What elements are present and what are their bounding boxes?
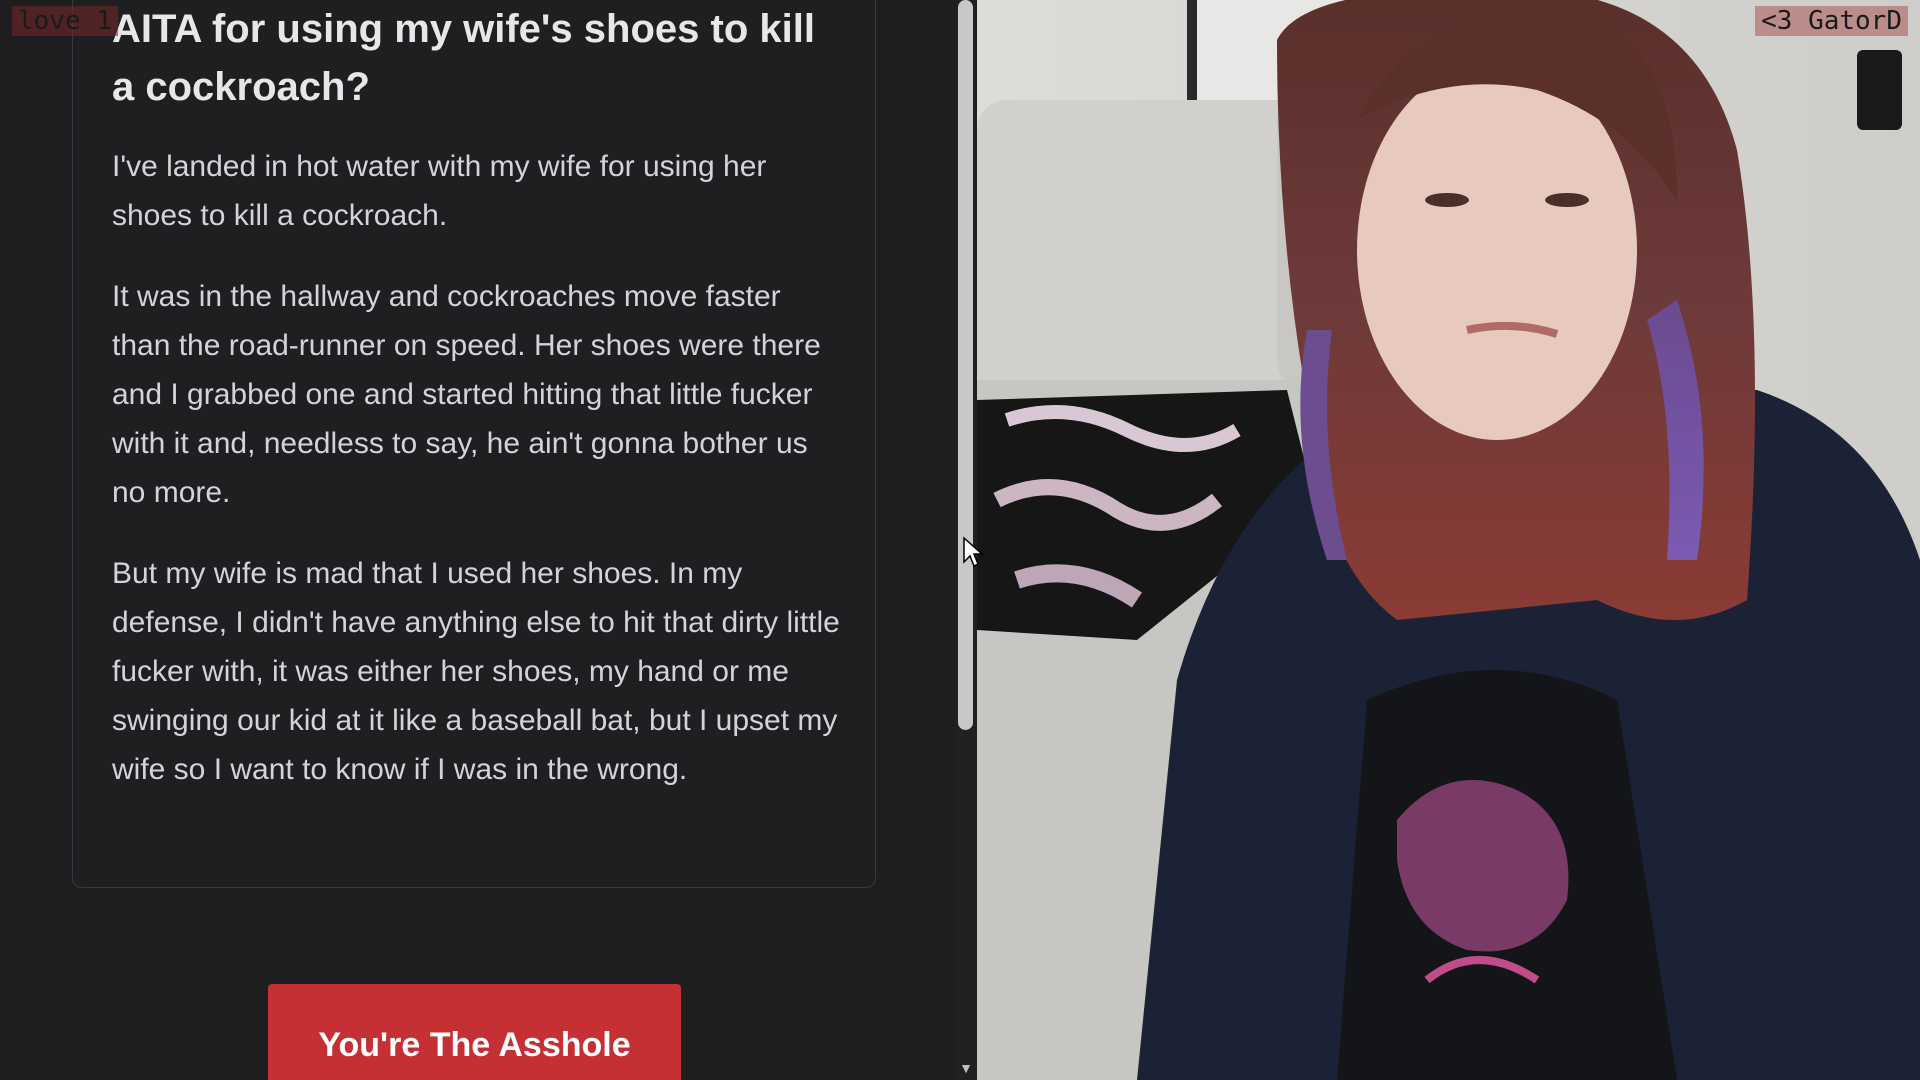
chevron-down-icon[interactable]: ▼ [956,1058,976,1078]
scrollbar-thumb[interactable] [958,0,973,730]
post-paragraph: It was in the hallway and cockroaches mo… [112,280,821,509]
post-body: I've landed in hot water with my wife fo… [112,142,847,826]
webcam-feed [977,0,1920,1080]
post-viewer: AITA for using my wife's shoes to kill a… [0,0,955,1080]
youre-the-asshole-button[interactable]: You're The Asshole [268,984,681,1080]
mouse-pointer-icon [963,536,984,568]
overlay-chat-text: <3 GatorD [1755,6,1908,36]
stream-screen: AITA for using my wife's shoes to kill a… [0,0,1920,1080]
overlay-chat-text: love 1 [12,6,118,36]
webcam-image [977,0,1920,1080]
post-paragraph: But my wife is mad that I used her shoes… [112,557,840,786]
post-title: AITA for using my wife's shoes to kill a… [112,7,815,109]
post-paragraph: I've landed in hot water with my wife fo… [112,150,767,232]
